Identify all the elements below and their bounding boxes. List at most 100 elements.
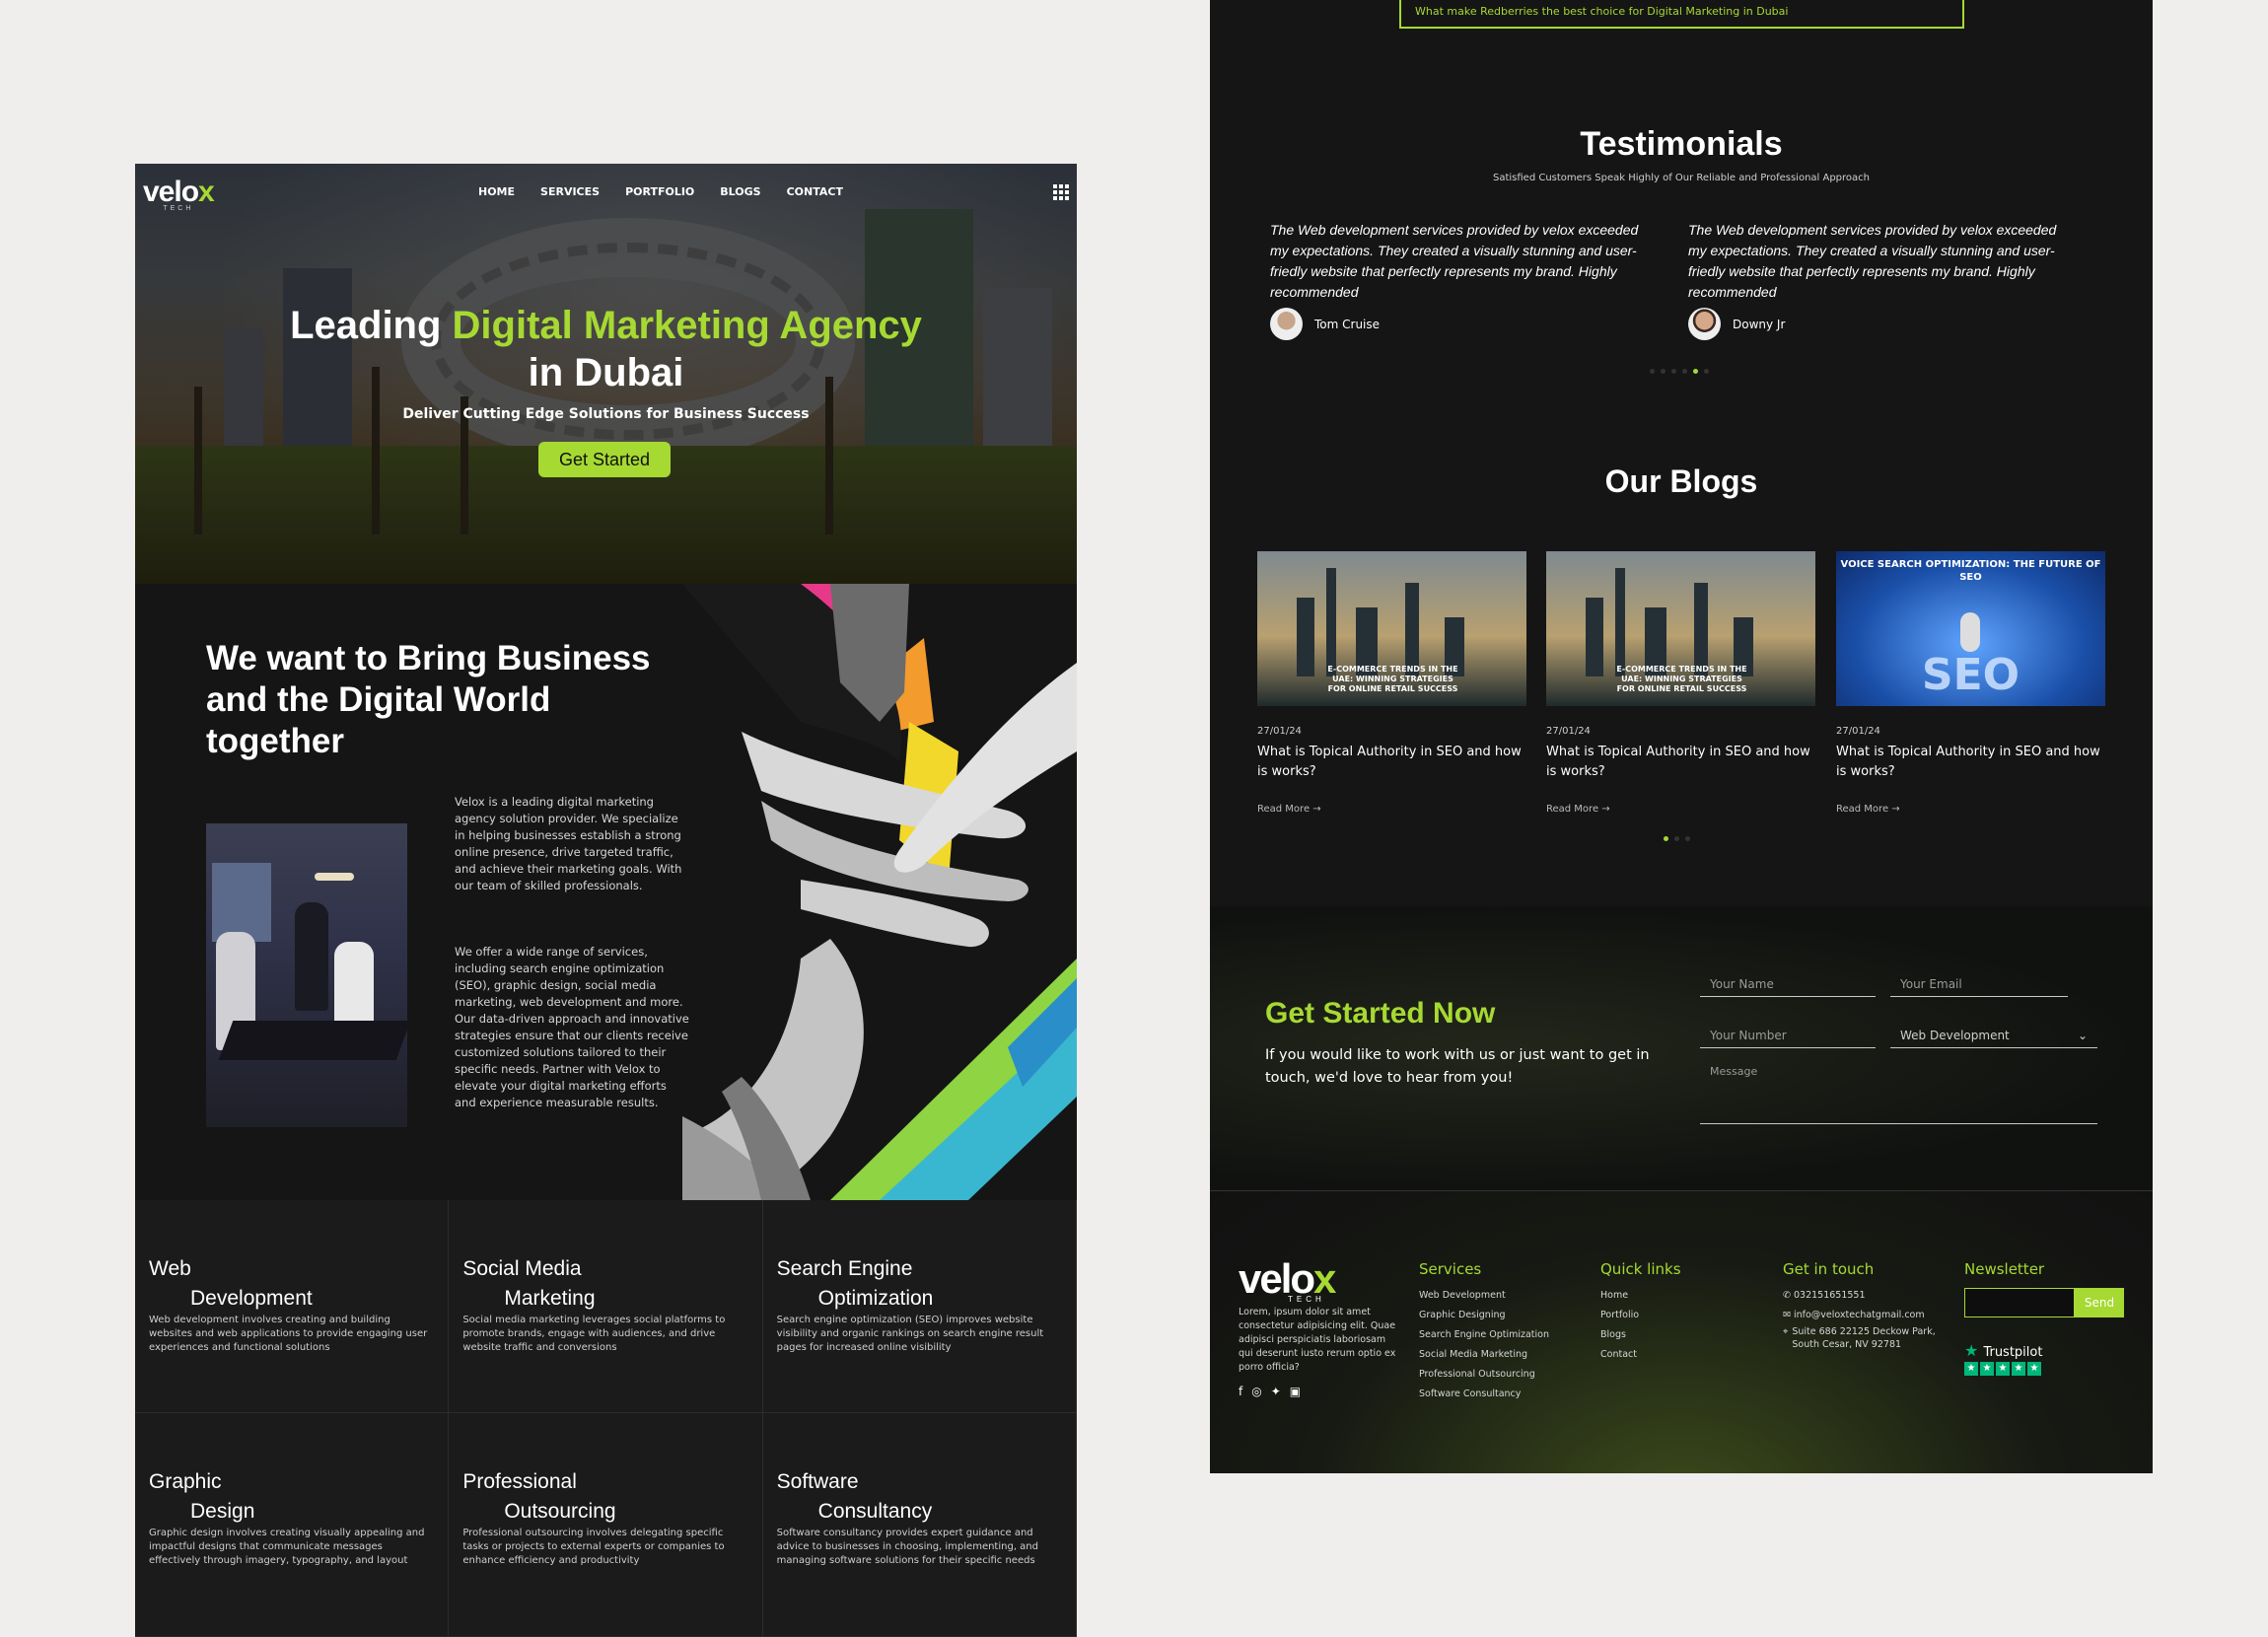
service-card-seo[interactable]: Search Engine Optimization Search engine o… [762,1200,1077,1413]
footer-link[interactable]: Professional Outsourcing [1419,1365,1549,1385]
service-select[interactable]: Web Development ⌄ [1890,1019,2097,1048]
service-card-web-development[interactable]: Web Development Web development involves c… [135,1200,450,1413]
logo[interactable]: velox TECH [143,176,215,212]
message-field[interactable]: Message [1700,1061,2097,1124]
footer-logo[interactable]: velox TECH [1239,1255,1336,1304]
newsletter-send-button[interactable]: Send [2075,1288,2124,1317]
footer-link[interactable]: Software Consultancy [1419,1385,1549,1404]
footer-link[interactable]: Search Engine Optimization [1419,1325,1549,1345]
service-title-line2: Consultancy [817,1500,933,1523]
service-card-social-media-marketing[interactable]: Social Media Marketing Social media market… [449,1200,763,1413]
twitter-icon[interactable]: ✦ [1271,1385,1281,1398]
service-title: Software Consultancy [777,1467,1062,1527]
blog-pagination[interactable] [1664,836,1690,841]
service-description: Web development involves creating and bu… [149,1315,428,1353]
get-started-button[interactable]: Get Started [538,442,671,477]
name-field[interactable]: Your Name [1700,967,1876,997]
footer-link[interactable]: Social Media Marketing [1419,1345,1549,1365]
trustpilot-star-icon: ★ [1964,1341,1979,1360]
homepage-right-panel: What make Redberries the best choice for… [1210,0,2153,1473]
testimonials-title: Testimonials [1580,125,1783,163]
service-description: Search engine optimization (SEO) improve… [776,1315,1044,1353]
service-title: Search Engine Optimization [777,1254,1062,1314]
phone-line[interactable]: ✆ 032151651551 [1783,1286,1946,1306]
blog-card[interactable]: E-COMMERCE TRENDS IN THE UAE: WINNING ST… [1257,551,1526,815]
footer-link[interactable]: Contact [1600,1345,1681,1365]
service-title-line2: Outsourcing [504,1500,616,1523]
nav-services[interactable]: SERVICES [540,185,600,198]
service-title-line2: Development [190,1287,313,1310]
trustpilot-label: Trustpilot [1983,1345,2043,1360]
testimonial-author: Downy Jr [1733,317,1786,331]
office-meeting-image [206,823,407,1127]
service-title-line1: Professional [462,1470,577,1493]
blog-image-caption: E-COMMERCE TRENDS IN THE UAE: WINNING ST… [1616,665,1747,693]
testimonial-pagination[interactable] [1650,369,1709,374]
faq-item[interactable]: What make Redberries the best choice for… [1399,0,1964,29]
service-card-professional-outsourcing[interactable]: Professional Outsourcing Professional outs… [449,1413,763,1637]
service-title-line1: Graphic [149,1470,222,1493]
footer-contact-column: Get in touch ✆ 032151651551 ✉ info@velox… [1783,1260,1946,1351]
footer-link[interactable]: Portfolio [1600,1306,1681,1325]
hero-section: velox TECH HOME SERVICES PORTFOLIO BLOGS … [135,164,1077,584]
service-card-software-consultancy[interactable]: Software Consultancy Software consultancy … [762,1413,1077,1637]
blogs-title: Our Blogs [1604,463,1758,499]
blog-date: 27/01/24 [1546,726,1591,737]
grid-menu-icon[interactable] [1053,184,1069,200]
service-title: Professional Outsourcing [462,1467,747,1527]
footer-heading: Get in touch [1783,1260,1875,1278]
read-more-link[interactable]: Read More → [1836,804,2105,815]
footer-link[interactable]: Blogs [1600,1325,1681,1345]
nav-portfolio[interactable]: PORTFOLIO [625,185,694,198]
service-description: Professional outsourcing involves delega… [462,1528,725,1566]
blog-card[interactable]: E-COMMERCE TRENDS IN THE UAE: WINNING ST… [1546,551,1815,815]
logo-text: velo [143,176,199,208]
read-more-link[interactable]: Read More → [1546,804,1815,815]
footer-newsletter-column: Newsletter [1964,1260,2044,1286]
service-card-graphic-design[interactable]: Graphic Design Graphic design involves cre… [135,1413,450,1637]
footer-about: Lorem, ipsum dolor sit amet consectetur … [1239,1307,1396,1373]
nav-contact[interactable]: CONTACT [787,185,843,198]
hero-subtitle: Deliver Cutting Edge Solutions for Busin… [402,406,810,422]
email-field[interactable]: Your Email [1890,967,2068,997]
office-person [334,942,374,1031]
footer-link[interactable]: Home [1600,1286,1681,1306]
linkedin-icon[interactable]: ▣ [1290,1385,1301,1398]
homepage-left-panel: velox TECH HOME SERVICES PORTFOLIO BLOGS … [135,164,1077,1637]
location-pin-icon: ⌖ [1783,1326,1789,1337]
service-select-value: Web Development [1900,1029,2010,1042]
office-person [295,902,328,1011]
footer-link[interactable]: Graphic Designing [1419,1306,1549,1325]
testimonial-card: The Web development services provided by… [1270,220,1645,340]
blog-card[interactable]: VOICE SEARCH OPTIMIZATION: THE FUTURE OF… [1836,551,2105,815]
footer-link[interactable]: Web Development [1419,1286,1549,1306]
office-lamp [315,873,354,881]
number-field[interactable]: Your Number [1700,1019,1876,1048]
testimonial-card: The Web development services provided by… [1688,220,2063,340]
facebook-icon[interactable]: f [1239,1385,1242,1398]
blog-image: E-COMMERCE TRENDS IN THE UAE: WINNING ST… [1546,551,1815,706]
blog-image-caption: E-COMMERCE TRENDS IN THE UAE: WINNING ST… [1327,665,1458,693]
trustpilot-rating: ★ ★ ★ ★ ★ [1964,1362,2042,1376]
nav-blogs[interactable]: BLOGS [720,185,760,198]
email-address: info@veloxtechatgmail.com [1793,1310,1925,1320]
about-paragraph-1: Velox is a leading digital marketing age… [455,795,682,892]
trustpilot-badge[interactable]: ★ Trustpilot ★ ★ ★ ★ ★ [1964,1341,2042,1376]
instagram-icon[interactable]: ◎ [1251,1385,1261,1398]
blog-image-caption: VOICE SEARCH OPTIMIZATION: THE FUTURE OF… [1840,559,2101,583]
service-description: Software consultancy provides expert gui… [776,1528,1038,1566]
read-more-link[interactable]: Read More → [1257,804,1526,815]
phone-number: 032151651551 [1793,1290,1866,1301]
cta-title: Get Started Now [1265,997,1496,1030]
social-links: f ◎ ✦ ▣ [1239,1385,1301,1398]
newsletter-email-input[interactable] [1964,1288,2075,1317]
blog-title[interactable]: What is Topical Authority in SEO and how… [1836,743,2105,782]
address: Suite 686 22125 Deckow Park, South Cesar… [1792,1326,1936,1350]
service-title: Social Media Marketing [462,1254,747,1314]
nav-home[interactable]: HOME [478,185,515,198]
footer-heading: Newsletter [1964,1260,2045,1278]
testimonial-quote: The Web development services provided by… [1270,222,1639,300]
blog-title[interactable]: What is Topical Authority in SEO and how… [1546,743,1815,782]
blog-title[interactable]: What is Topical Authority in SEO and how… [1257,743,1526,782]
email-line[interactable]: ✉ info@veloxtechatgmail.com [1783,1306,1946,1325]
